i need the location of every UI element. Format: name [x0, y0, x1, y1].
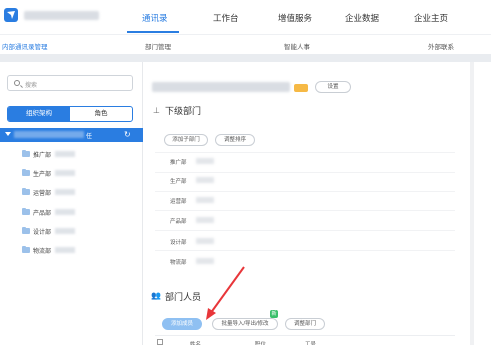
count-blurred [55, 209, 75, 215]
sidebar-tab-switch: 组织架构 角色 [7, 106, 133, 122]
tree-item-label: 设计部 [33, 230, 52, 236]
members-table-header: 姓名 职位 工号 [155, 335, 455, 345]
sub-departments-title: 下级部门 [165, 106, 202, 116]
scrollbar[interactable] [470, 62, 474, 345]
count-blurred [55, 151, 75, 157]
app-logo-icon [4, 8, 18, 22]
dept-info-blurred [196, 238, 214, 244]
dept-info-blurred [196, 197, 214, 203]
tree-item-dept[interactable]: 推广部 [22, 148, 132, 160]
tab-roles[interactable]: 角色 [70, 107, 132, 121]
settings-button[interactable]: 设置 [315, 81, 351, 93]
count-blurred [55, 170, 75, 176]
top-navigation-bar: 通讯录 工作台 增值服务 企业数据 企业主页 [0, 0, 491, 34]
dept-list-item[interactable]: 生产部 [170, 177, 187, 185]
dept-info-blurred [196, 258, 214, 264]
divider [155, 152, 455, 153]
dept-list-item[interactable]: 设计部 [170, 238, 187, 246]
subnav-external-contacts[interactable]: 外部联系 [428, 41, 454, 51]
refresh-icon[interactable]: ↻ [124, 130, 131, 139]
select-all-checkbox[interactable] [157, 339, 163, 345]
active-tab-underline [127, 31, 179, 33]
tree-item-label: 物流部 [33, 249, 52, 255]
tree-item-dept[interactable]: 设计部 [22, 225, 132, 237]
section-gutter [0, 54, 491, 62]
root-name-blurred [14, 131, 84, 138]
count-blurred [55, 247, 75, 253]
nav-value-added[interactable]: 增值服务 [278, 12, 312, 24]
tree-item-dept[interactable]: 产品部 [22, 206, 132, 218]
search-placeholder: 搜索 [25, 83, 38, 89]
bulk-import-export-button[interactable]: 批量导入/导出/修改 [212, 318, 278, 330]
folder-icon [22, 246, 30, 253]
col-position: 职位 [255, 342, 267, 345]
dept-info-blurred [196, 177, 214, 183]
members-title: 部门人员 [165, 292, 202, 302]
divider [155, 210, 455, 211]
status-tag [294, 84, 308, 92]
dept-name-blurred [152, 82, 290, 92]
subnav-smart-hr[interactable]: 智能人事 [284, 41, 310, 51]
col-employee-id: 工号 [305, 342, 317, 345]
folder-icon [22, 169, 30, 176]
nav-enterprise-home[interactable]: 企业主页 [414, 12, 448, 24]
nav-workbench[interactable]: 工作台 [213, 12, 239, 24]
dept-info-blurred [196, 217, 214, 223]
add-member-button[interactable]: 添加成员 [162, 318, 202, 330]
root-name-suffix: 任 [86, 134, 93, 140]
adjust-dept-button[interactable]: 调整部门 [285, 318, 325, 330]
col-name: 姓名 [190, 342, 202, 345]
tree-item-label: 产品部 [33, 211, 52, 217]
company-name-blurred [24, 11, 99, 20]
subnav-dept-management[interactable]: 部门管理 [145, 41, 171, 51]
divider [155, 250, 455, 251]
dept-list-item[interactable]: 物流部 [170, 258, 187, 266]
caret-down-icon[interactable] [5, 132, 11, 136]
new-badge: 新 [270, 310, 278, 318]
tree-item-label: 推广部 [33, 153, 52, 159]
folder-icon [22, 150, 30, 157]
people-icon: 👥 [151, 291, 161, 300]
count-blurred [55, 189, 75, 195]
sub-navigation-bar: 内部通讯录管理 部门管理 智能人事 外部联系 [0, 34, 491, 54]
dept-list-item[interactable]: 运营部 [170, 197, 187, 205]
folder-icon [22, 208, 30, 215]
divider [155, 172, 455, 173]
divider [155, 230, 455, 231]
tab-org-structure[interactable]: 组织架构 [8, 107, 70, 121]
divider [155, 191, 455, 192]
tree-item-dept[interactable]: 运营部 [22, 186, 132, 198]
tree-item-label: 生产部 [33, 172, 52, 178]
tree-item-label: 运营部 [33, 191, 52, 197]
tree-item-dept[interactable]: 生产部 [22, 167, 132, 179]
folder-icon [22, 227, 30, 234]
folder-icon [22, 188, 30, 195]
org-tree-icon: ⊥ [153, 106, 160, 115]
internal-contacts-link[interactable]: 内部通讯录管理 [2, 41, 48, 51]
tree-item-dept[interactable]: 物流部 [22, 244, 132, 256]
dept-list-item[interactable]: 产品部 [170, 217, 187, 225]
search-icon [14, 80, 20, 86]
nav-contacts[interactable]: 通讯录 [142, 12, 168, 24]
dept-info-blurred [196, 158, 214, 164]
search-input[interactable]: 搜索 [7, 75, 133, 91]
nav-enterprise-data[interactable]: 企业数据 [345, 12, 379, 24]
dept-list-item[interactable]: 推广部 [170, 158, 187, 166]
reorder-button[interactable]: 调整排序 [215, 134, 255, 146]
org-sidebar: 搜索 组织架构 角色 任 ↻ 推广部 生产部 运营部 产品部 设计部 物流部 [0, 62, 143, 345]
tree-root-node[interactable]: 任 ↻ [0, 128, 143, 142]
count-blurred [55, 228, 75, 234]
add-subdept-button[interactable]: 添加子部门 [164, 134, 208, 146]
